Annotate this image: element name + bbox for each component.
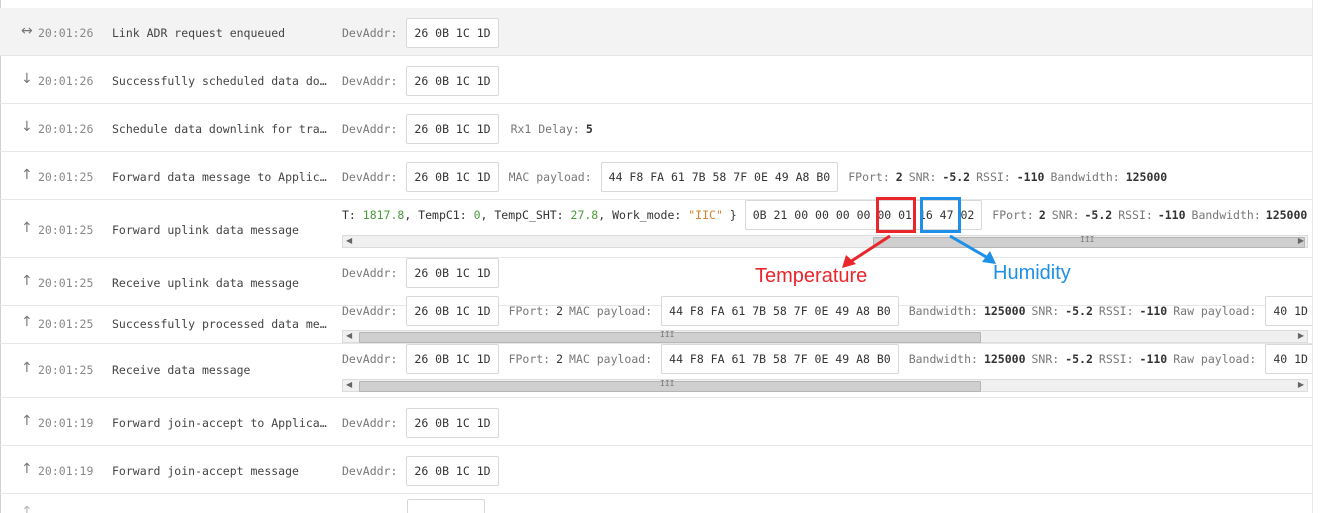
annotation-arrows	[842, 234, 996, 268]
humidity-arrow	[949, 234, 996, 264]
temperature-annotation-label: Temperature	[755, 265, 868, 287]
humidity-annotation-label: Humidity	[993, 262, 1071, 284]
temperature-arrow	[842, 234, 891, 268]
